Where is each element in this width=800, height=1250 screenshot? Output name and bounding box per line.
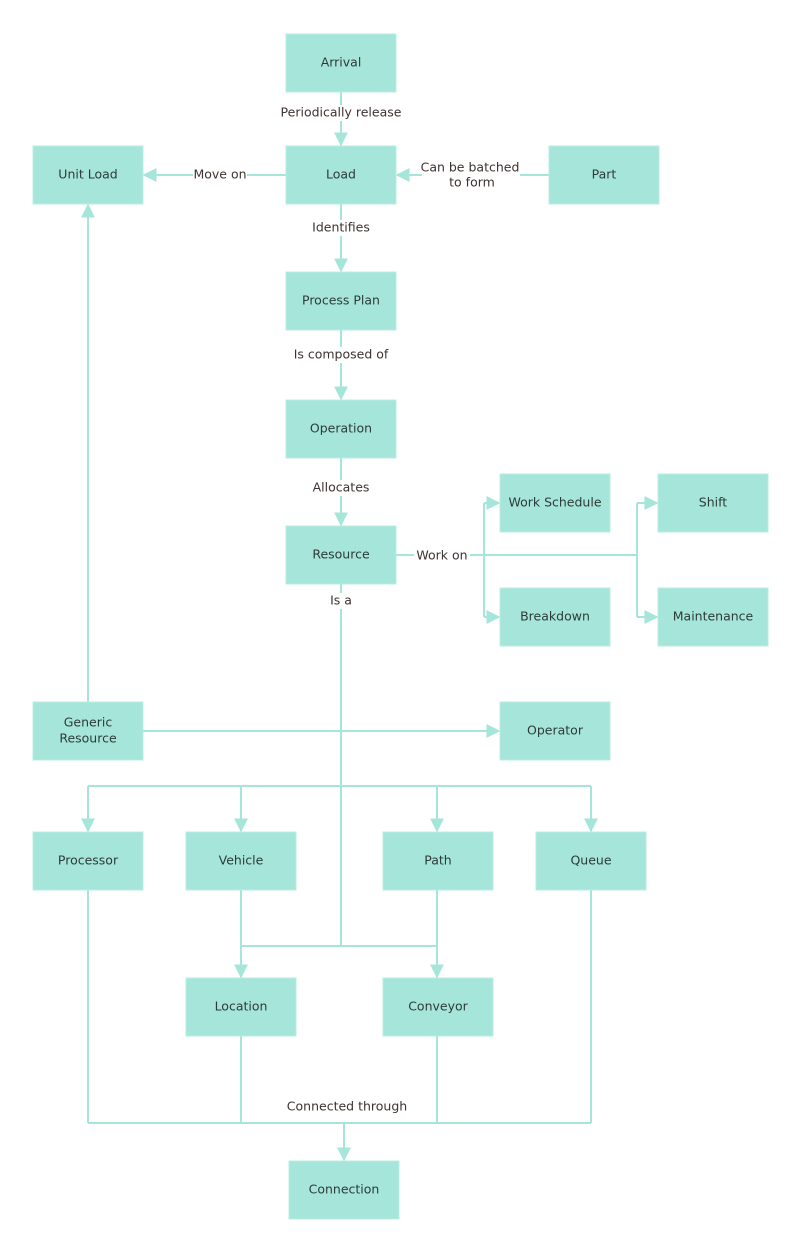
node-work-schedule[interactable]: Work Schedule <box>499 473 611 533</box>
label-identifies: Identifies <box>312 220 370 235</box>
nodes: Arrival Load Unit Load Part Process Plan… <box>32 33 769 1220</box>
node-processor[interactable]: Processor <box>32 831 144 891</box>
node-process-plan[interactable]: Process Plan <box>285 271 397 331</box>
label-work-on: Work on <box>416 548 467 563</box>
label-connected-through: Connected through <box>287 1099 407 1114</box>
label-can-be-batched: Can be batched <box>421 160 520 175</box>
node-location[interactable]: Location <box>185 977 297 1037</box>
node-arrival[interactable]: Arrival <box>285 33 397 93</box>
node-label: Shift <box>699 495 728 510</box>
node-label: Queue <box>570 853 611 868</box>
node-vehicle[interactable]: Vehicle <box>185 831 297 891</box>
node-label: Breakdown <box>520 609 590 624</box>
node-generic-resource[interactable]: GenericResource <box>32 701 144 761</box>
node-label: Process Plan <box>302 293 380 308</box>
node-label: Generic <box>64 715 113 730</box>
node-label: Resource <box>59 731 117 746</box>
node-connection[interactable]: Connection <box>288 1160 400 1220</box>
node-label: Processor <box>58 853 119 868</box>
node-unit-load[interactable]: Unit Load <box>32 145 144 205</box>
node-queue[interactable]: Queue <box>535 831 647 891</box>
node-part[interactable]: Part <box>548 145 660 205</box>
node-label: Load <box>326 167 356 182</box>
node-label: Operation <box>310 421 372 436</box>
label-allocates: Allocates <box>313 480 370 495</box>
label-is-a: Is a <box>330 593 352 608</box>
node-breakdown[interactable]: Breakdown <box>499 587 611 647</box>
flow-diagram: Periodically release Move on Can be batc… <box>32 33 769 1220</box>
node-label: Path <box>424 853 451 868</box>
node-label: Conveyor <box>408 999 468 1014</box>
node-shift[interactable]: Shift <box>657 473 769 533</box>
node-path[interactable]: Path <box>382 831 494 891</box>
label-to-form: to form <box>449 175 495 190</box>
label-periodically-release: Periodically release <box>281 105 402 120</box>
node-resource[interactable]: Resource <box>285 525 397 585</box>
label-move-on: Move on <box>193 167 246 182</box>
node-label: Vehicle <box>219 853 264 868</box>
node-label: Location <box>215 999 268 1014</box>
node-maintenance[interactable]: Maintenance <box>657 587 769 647</box>
node-label: Operator <box>527 723 584 738</box>
node-label: Unit Load <box>58 167 117 182</box>
edge-labels: Periodically release Move on Can be batc… <box>193 105 520 1114</box>
node-label: Arrival <box>321 55 362 70</box>
node-label: Resource <box>312 547 370 562</box>
node-load[interactable]: Load <box>285 145 397 205</box>
node-operator[interactable]: Operator <box>499 701 611 761</box>
node-label: Work Schedule <box>508 495 601 510</box>
node-label: Maintenance <box>673 609 754 624</box>
label-is-composed-of: Is composed of <box>294 347 389 362</box>
node-conveyor[interactable]: Conveyor <box>382 977 494 1037</box>
node-label: Connection <box>309 1182 380 1197</box>
node-label: Part <box>592 167 617 182</box>
node-operation[interactable]: Operation <box>285 399 397 459</box>
